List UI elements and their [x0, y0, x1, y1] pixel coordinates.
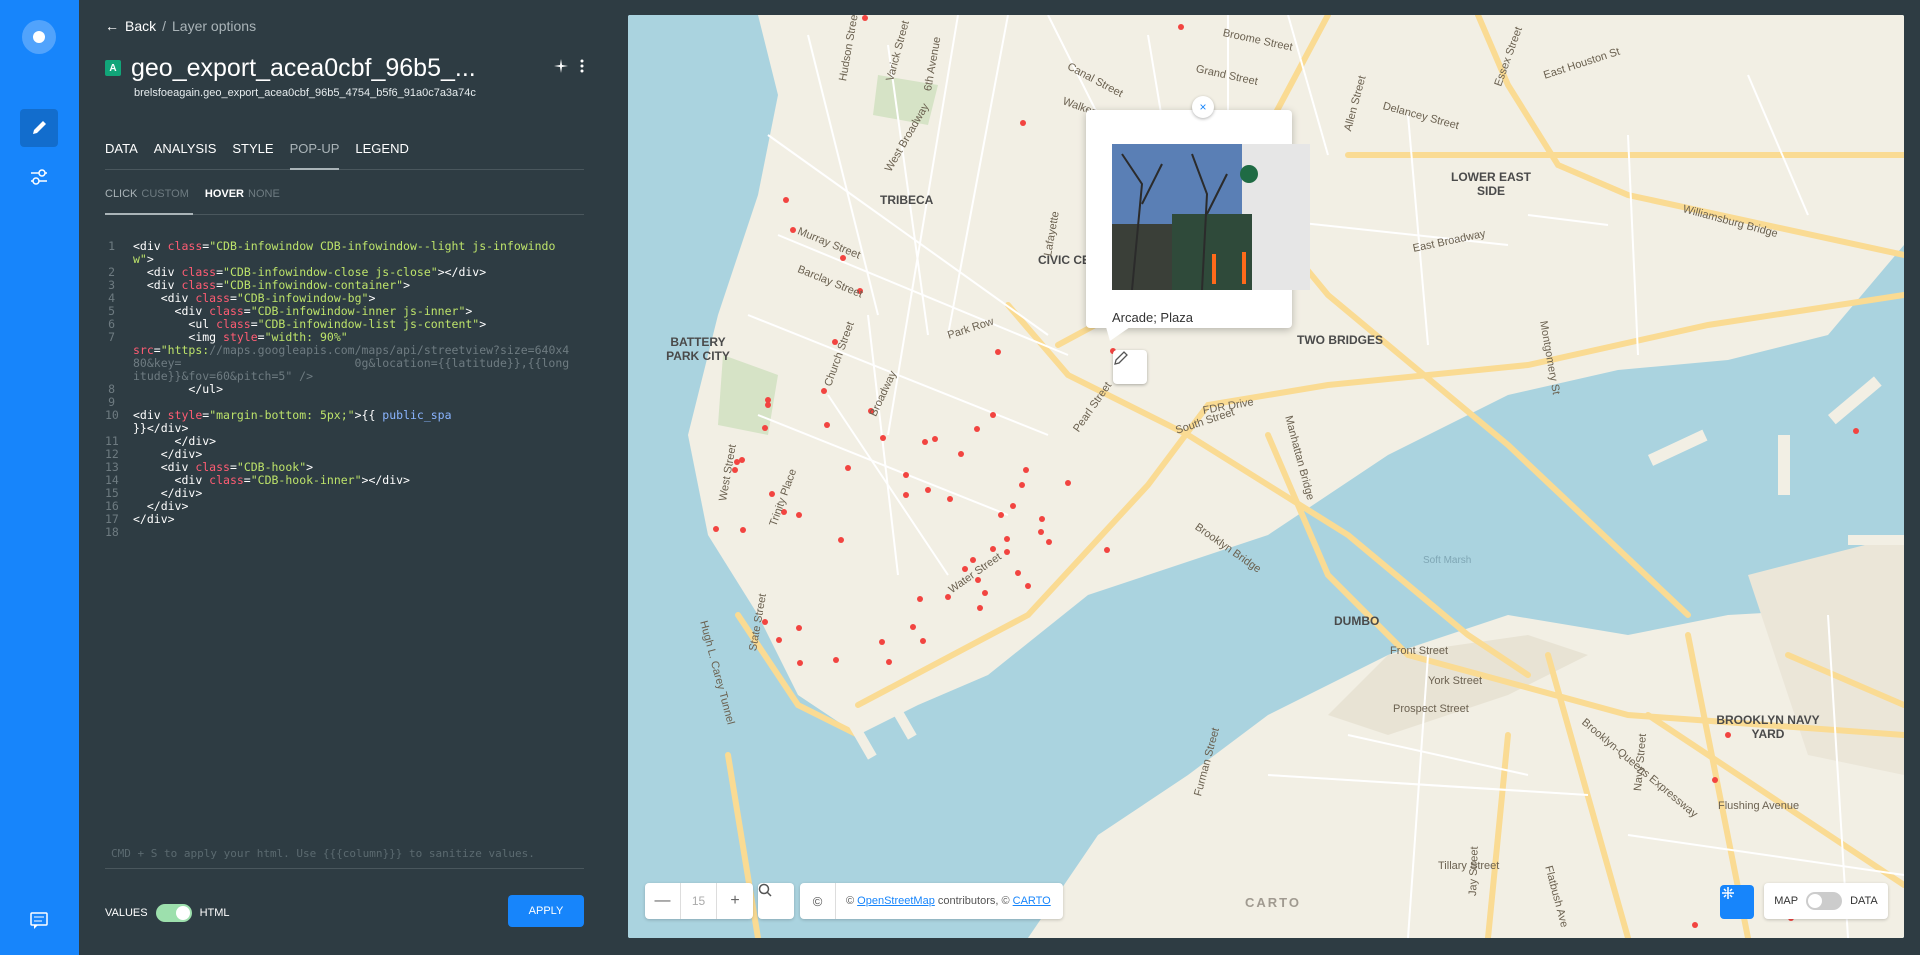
layer-tabs: DATA ANALYSIS STYLE POP-UP LEGEND — [105, 137, 584, 170]
breadcrumb-separator: / — [162, 18, 167, 34]
carto-watermark: CARTO — [1245, 895, 1301, 910]
popup-subtabs: CLICK CUSTOM HOVER NONE — [105, 185, 584, 215]
subtab-click-value: CUSTOM — [141, 188, 189, 200]
subtab-hover-value: NONE — [248, 188, 280, 200]
values-html-toggle[interactable] — [155, 904, 192, 922]
code-line: 18 — [105, 525, 119, 539]
label-lower-east-side: LOWER EAST SIDE — [1451, 170, 1531, 198]
edit-mode-button[interactable] — [20, 109, 58, 147]
sliders-icon — [31, 169, 47, 185]
values-html-toggle-row: VALUES HTML — [105, 904, 230, 922]
zoom-in-button[interactable]: + — [717, 883, 753, 919]
layer-title-row: A geo_export_acea0cbf_96b5_... — [105, 50, 585, 86]
label-two-bridges: TWO BRIDGES — [1297, 333, 1383, 347]
popup-close-button[interactable]: × — [1192, 96, 1214, 118]
apply-button[interactable]: APPLY — [508, 895, 584, 927]
openstreetmap-link[interactable]: OpenStreetMap — [857, 895, 935, 907]
carto-logo-icon[interactable] — [22, 20, 56, 54]
code-line: 7 <img style="width: 90%" src="https://m… — [108, 330, 570, 383]
map-data-toggle[interactable]: MAP DATA — [1764, 883, 1888, 919]
map-data-switch[interactable] — [1806, 892, 1843, 910]
code-line: 8 </ul> — [108, 382, 224, 396]
values-label: VALUES — [105, 907, 148, 919]
map-canvas[interactable]: TRIBECA LOWER EAST SIDE TWO BRIDGES BATT… — [628, 15, 1904, 938]
label-tribeca: TRIBECA — [880, 193, 934, 207]
map-label: MAP — [1774, 895, 1799, 907]
tab-analysis[interactable]: ANALYSIS — [154, 137, 217, 170]
more-options-icon[interactable] — [579, 58, 585, 74]
layer-subtitle: brelsfoeagain.geo_export_acea0cbf_96b5_4… — [134, 87, 476, 99]
tab-legend[interactable]: LEGEND — [355, 137, 408, 170]
label-front-street: Front Street — [1390, 645, 1449, 657]
back-link[interactable]: Back — [125, 18, 156, 34]
layer-options-panel: ← Back / Layer options A geo_export_acea… — [79, 0, 611, 955]
title-actions — [553, 58, 585, 74]
subtab-click-label: CLICK — [105, 188, 138, 200]
streetview-image — [1112, 144, 1310, 290]
label-flushing-avenue: Flushing Avenue — [1718, 800, 1800, 812]
map-search-button[interactable] — [758, 883, 794, 919]
attribution: © © OpenStreetMap contributors, © CARTO — [800, 883, 1063, 919]
widgets-icon — [1722, 887, 1734, 899]
infowindow-popup: Arcade; Plaza — [1086, 110, 1310, 328]
attribution-text-1: © — [846, 895, 858, 907]
code-line: 16 </div> — [105, 499, 189, 513]
tab-style[interactable]: STYLE — [232, 137, 273, 170]
label-york-street: York Street — [1428, 675, 1483, 687]
carto-link[interactable]: CARTO — [1013, 895, 1051, 907]
subtab-hover-label: HOVER — [204, 188, 244, 200]
zoom-control: — 15 + — [645, 883, 753, 919]
popup-text: Arcade; Plaza — [1112, 310, 1193, 325]
subtab-hover[interactable]: HOVER NONE — [205, 185, 280, 215]
subtab-click[interactable]: CLICK CUSTOM — [105, 185, 193, 215]
breadcrumb: ← Back / Layer options — [105, 18, 256, 34]
zoom-level: 15 — [681, 883, 717, 919]
chat-button[interactable] — [22, 903, 56, 937]
label-prospect-street: Prospect Street — [1393, 703, 1469, 715]
label-battery-park-city: BATTERY PARK CITY — [666, 335, 730, 363]
label-dumbo: DUMBO — [1334, 614, 1380, 628]
attribution-toggle-button[interactable]: © — [800, 883, 836, 919]
left-nav-rail — [0, 0, 79, 955]
layer-title[interactable]: geo_export_acea0cbf_96b5_... — [131, 54, 511, 83]
chat-icon — [30, 912, 48, 929]
sparkle-icon[interactable] — [553, 58, 569, 74]
search-icon — [758, 883, 772, 897]
layer-letter-badge: A — [105, 60, 121, 76]
popup-pointer — [1106, 327, 1130, 341]
data-label: DATA — [1850, 895, 1878, 907]
label-brooklyn-navy-yard: BROOKLYN NAVY YARD — [1716, 713, 1820, 741]
code-line: 10 <div style="margin-bottom: 5px;">{{ pu… — [105, 408, 452, 435]
tab-data[interactable]: DATA — [105, 137, 138, 170]
zoom-out-button[interactable]: — — [645, 883, 681, 919]
widgets-button[interactable] — [1720, 885, 1754, 919]
code-line: 1 <div class="CDB-infowindow CDB-infowind… — [108, 239, 556, 266]
html-code-editor[interactable]: 1 <div class="CDB-infowindow CDB-infowind… — [105, 240, 575, 539]
pencil-icon — [1114, 351, 1128, 365]
html-label: HTML — [199, 907, 230, 919]
label-soft-marsh: Soft Marsh — [1423, 555, 1472, 566]
back-arrow-icon[interactable]: ← — [105, 18, 119, 34]
code-hint: CMD + S to apply your html. Use {{{colum… — [105, 845, 584, 869]
tab-popup[interactable]: POP-UP — [289, 137, 340, 170]
attribution-text: © OpenStreetMap contributors, © CARTO — [836, 895, 1063, 907]
attribution-text-2: contributors, © — [934, 895, 1013, 907]
edit-geometry-button[interactable] — [1113, 350, 1147, 384]
settings-button[interactable] — [20, 158, 58, 196]
breadcrumb-current: Layer options — [172, 18, 257, 34]
code-line: 17 </div> — [105, 512, 175, 526]
pencil-icon — [33, 121, 46, 134]
streetview-image-art — [1112, 144, 1310, 290]
label-jay-street: Jay Street — [1467, 846, 1481, 897]
